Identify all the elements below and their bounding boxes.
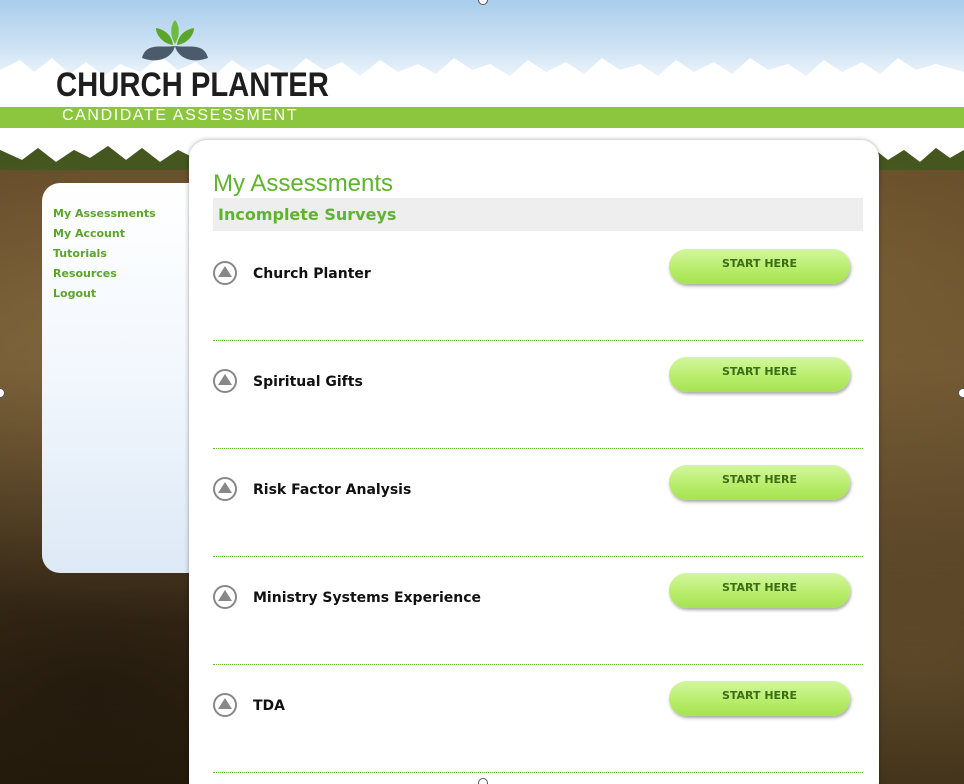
survey-row: TDA START HERE bbox=[213, 664, 863, 773]
resize-handle[interactable] bbox=[958, 388, 964, 398]
survey-name: TDA bbox=[253, 698, 286, 714]
page-title: My Assessments bbox=[213, 170, 394, 197]
section-header: Incomplete Surveys bbox=[213, 198, 863, 231]
expand-arrow-icon[interactable] bbox=[213, 261, 237, 285]
sidebar-nav: My Assessments My Account Tutorials Reso… bbox=[53, 207, 156, 307]
sidebar-item-resources[interactable]: Resources bbox=[53, 267, 156, 287]
survey-name: Church Planter bbox=[253, 266, 371, 282]
survey-row: Church Planter START HERE bbox=[213, 232, 863, 341]
start-here-button[interactable]: START HERE bbox=[669, 249, 850, 284]
leaf-logo-icon bbox=[142, 20, 208, 61]
main-panel: My Assessments Incomplete Surveys Church… bbox=[189, 140, 879, 784]
logo-subtitle: CANDIDATE ASSESSMENT bbox=[62, 107, 299, 124]
sidebar-item-logout[interactable]: Logout bbox=[53, 287, 156, 307]
expand-arrow-icon[interactable] bbox=[213, 693, 237, 717]
page: CHURCH PLANTER CANDIDATE ASSESSMENT My A… bbox=[0, 0, 964, 784]
survey-row: Spiritual Gifts START HERE bbox=[213, 340, 863, 449]
section-title: Incomplete Surveys bbox=[218, 205, 397, 224]
survey-name: Risk Factor Analysis bbox=[253, 482, 412, 498]
survey-row: Ministry Systems Experience START HERE bbox=[213, 556, 863, 665]
expand-arrow-icon[interactable] bbox=[213, 369, 237, 393]
start-here-button[interactable]: START HERE bbox=[669, 465, 850, 500]
sidebar: My Assessments My Account Tutorials Reso… bbox=[42, 183, 212, 573]
sidebar-item-my-assessments[interactable]: My Assessments bbox=[53, 207, 156, 227]
sidebar-item-tutorials[interactable]: Tutorials bbox=[53, 247, 156, 267]
survey-name: Spiritual Gifts bbox=[253, 374, 363, 390]
resize-handle[interactable] bbox=[478, 778, 488, 784]
expand-arrow-icon[interactable] bbox=[213, 585, 237, 609]
sidebar-item-my-account[interactable]: My Account bbox=[53, 227, 156, 247]
start-here-button[interactable]: START HERE bbox=[669, 573, 850, 608]
start-here-button[interactable]: START HERE bbox=[669, 357, 850, 392]
start-here-button[interactable]: START HERE bbox=[669, 681, 850, 716]
expand-arrow-icon[interactable] bbox=[213, 477, 237, 501]
survey-row: Risk Factor Analysis START HERE bbox=[213, 448, 863, 557]
survey-name: Ministry Systems Experience bbox=[253, 590, 482, 606]
logo-title: CHURCH PLANTER bbox=[56, 66, 329, 104]
